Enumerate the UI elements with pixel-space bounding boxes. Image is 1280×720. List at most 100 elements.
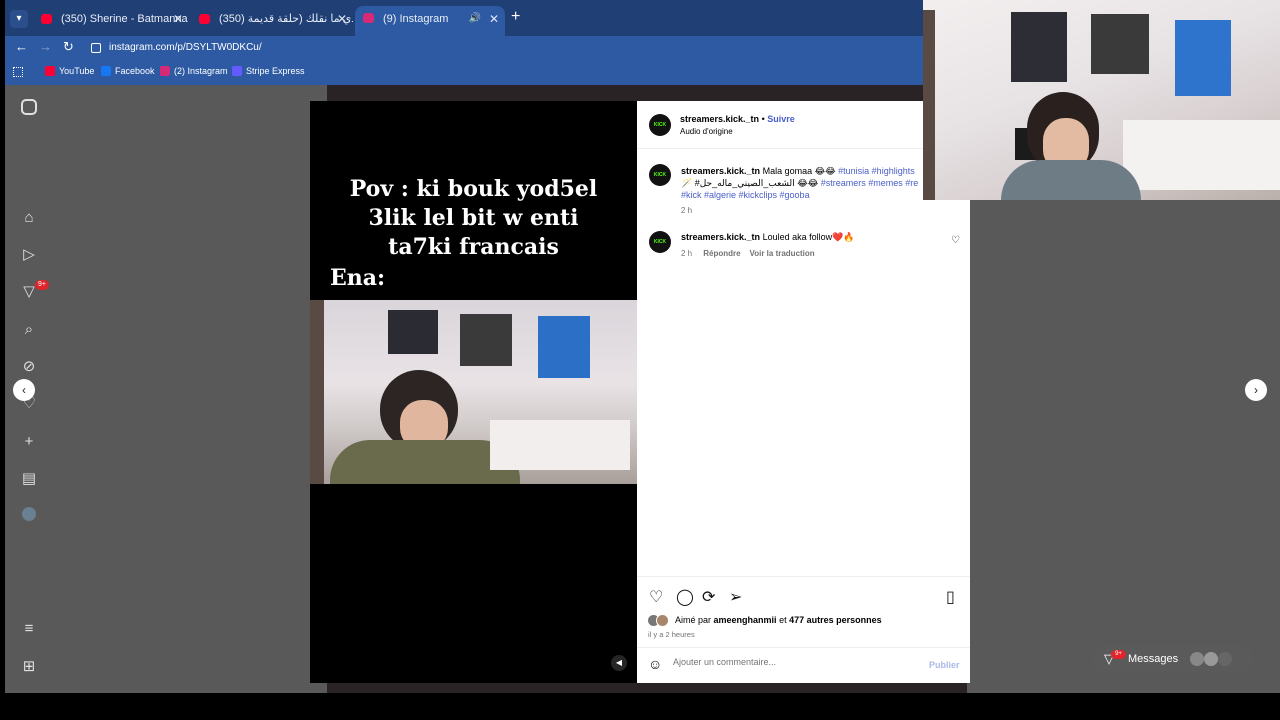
like-icon[interactable]: ♡ — [649, 587, 663, 607]
caption-hashtags[interactable]: #streamers #memes #re — [821, 178, 919, 188]
add-comment-bar: ☺ Publier — [637, 647, 970, 683]
avatar[interactable]: KICK — [649, 231, 671, 253]
save-icon[interactable]: ▯ — [946, 587, 955, 607]
tab-strip: ▾ (350) Sherine - Batmanna Ansa ✕ عندي م… — [5, 0, 923, 36]
publish-button[interactable]: Publier — [929, 660, 960, 670]
speaker-icon[interactable]: 🔊 — [469, 6, 481, 32]
search-icon[interactable]: ⌕ — [19, 320, 39, 340]
share-icon[interactable]: ➢ — [729, 587, 742, 607]
wall-poster — [1011, 12, 1067, 82]
audio-link[interactable]: Audio d'origine — [680, 127, 733, 136]
comment-like-icon[interactable]: ♡ — [951, 235, 960, 246]
bookmark-instagram[interactable]: (2) Instagram — [160, 66, 228, 76]
wall-poster — [1091, 14, 1149, 74]
reply-button[interactable]: Répondre — [703, 249, 740, 258]
url-text: instagram.com/p/DSYLTW0DKCu/ — [109, 42, 262, 53]
liked-by: Aimé par ameenghanmii et 477 autres pers… — [675, 615, 882, 625]
post-panel: KICK streamers.kick._tn • Suivre Audio d… — [637, 101, 970, 683]
avatar — [656, 614, 669, 627]
close-icon[interactable]: ✕ — [173, 7, 183, 31]
comment-icon[interactable]: ◯ — [676, 587, 694, 607]
previous-post-button[interactable]: ‹ — [13, 379, 35, 401]
post-actions: ♡ ◯ ⟳ ➢ ▯ Aimé par ameenghanmii et 477 a… — [637, 576, 970, 682]
meme-subtitle: Ena: — [330, 265, 386, 291]
avatar — [1204, 652, 1218, 666]
comment-meta: 2 h Répondre Voir la traduction — [681, 249, 815, 258]
messages-button[interactable]: ▽ 9+ Messages — [1092, 645, 1254, 673]
door-frame — [310, 300, 324, 484]
caption-time: 2 h — [681, 206, 693, 215]
comment-text: Louled aka follow❤️🔥 — [762, 232, 855, 242]
post-media[interactable]: Pov : ki bouk yod5el 3lik lel bit w enti… — [310, 101, 637, 683]
site-info-icon[interactable] — [91, 43, 101, 53]
menu-icon[interactable]: ≡ — [19, 619, 39, 639]
comment-input[interactable] — [673, 657, 893, 667]
address-bar[interactable]: instagram.com/p/DSYLTW0DKCu/ — [83, 38, 262, 58]
more-icon[interactable]: ⊞ — [19, 657, 39, 677]
comment-username[interactable]: streamers.kick._tn — [681, 232, 760, 242]
separator-dot: • — [761, 114, 765, 124]
bookmark-label: YouTube — [59, 66, 95, 76]
close-icon[interactable]: ✕ — [489, 6, 499, 32]
repost-icon[interactable]: ⟳ — [702, 587, 715, 607]
caption-hashtags[interactable]: #tunisia #highlights — [838, 166, 915, 176]
sound-icon[interactable]: ◀ — [611, 655, 627, 671]
wall-poster — [1175, 20, 1231, 96]
close-icon[interactable]: ✕ — [337, 7, 347, 31]
avatar[interactable]: KICK — [649, 114, 671, 136]
screen: ▾ (350) Sherine - Batmanna Ansa ✕ عندي م… — [5, 0, 1280, 693]
home-icon[interactable]: ⌂ — [19, 208, 39, 228]
create-icon[interactable]: + — [19, 432, 39, 452]
explore-icon[interactable]: ⊘ — [19, 357, 39, 377]
background-grid — [327, 683, 967, 693]
instagram-icon — [160, 66, 170, 76]
dashboard-icon[interactable]: ▤ — [19, 469, 39, 489]
video-frame[interactable] — [310, 300, 637, 484]
avatar[interactable]: KICK — [649, 164, 671, 186]
forward-icon[interactable]: → — [39, 39, 52, 54]
bookmarks-bar: YouTube Facebook (2) Instagram Stripe Ex… — [5, 60, 923, 85]
liked-by-user[interactable]: ameenghanmii — [714, 615, 777, 625]
bookmark-youtube[interactable]: YouTube — [45, 66, 94, 76]
liked-by-prefix: Aimé par — [675, 615, 712, 625]
tab-instagram[interactable]: (9) Instagram 🔊 ✕ — [355, 6, 505, 36]
caption-username[interactable]: streamers.kick._tn — [681, 166, 760, 176]
post-header: KICK streamers.kick._tn • Suivre Audio d… — [637, 101, 970, 149]
profile-icon[interactable] — [22, 507, 36, 521]
bookmark-label: Stripe Express — [246, 66, 305, 76]
post-author: streamers.kick._tn • Suivre — [680, 114, 795, 124]
messages-label: Messages — [1128, 653, 1179, 665]
direct-icon: ▽ — [1104, 651, 1114, 666]
follow-button[interactable]: Suivre — [767, 114, 795, 124]
person-hoodie — [1001, 160, 1141, 200]
facebook-icon — [101, 66, 111, 76]
new-tab-button[interactable]: + — [511, 8, 520, 26]
liked-by-and: et — [779, 615, 787, 625]
translate-button[interactable]: Voir la traduction — [749, 249, 814, 258]
reload-icon[interactable]: ↻ — [63, 39, 74, 55]
emoji-icon[interactable]: ☺ — [648, 656, 662, 672]
meme-caption: Pov : ki bouk yod5el 3lik lel bit w enti… — [349, 176, 598, 260]
apps-icon[interactable] — [13, 67, 23, 77]
reels-icon[interactable]: ▷ — [19, 245, 39, 265]
back-icon[interactable]: ← — [15, 39, 28, 54]
tab-youtube-1[interactable]: (350) Sherine - Batmanna Ansa ✕ — [33, 7, 189, 31]
tab-youtube-2[interactable]: عندي ما نقلك (حلقة قديمة (350) ✕ — [191, 7, 353, 31]
instagram-logo-icon[interactable] — [21, 99, 37, 115]
stripe-icon — [232, 66, 242, 76]
tab-search-button[interactable]: ▾ — [10, 10, 28, 28]
bookmark-facebook[interactable]: Facebook — [101, 66, 155, 76]
bookmark-stripe[interactable]: Stripe Express — [232, 66, 305, 76]
youtube-icon — [41, 14, 52, 24]
likes-count[interactable]: 477 autres personnes — [789, 615, 882, 625]
desk — [490, 420, 630, 470]
desk — [1123, 120, 1280, 190]
tab-title: عندي ما نقلك (حلقة قديمة (350) — [219, 13, 353, 25]
posted-ago: il y a 2 heures — [648, 630, 695, 639]
caption-line: 🪄 #الشعب_الصيني_ماله_حل 😂😂 — [681, 178, 819, 188]
caption-hashtags[interactable]: #kick #algerie #kickclips #gooba — [681, 190, 810, 200]
wall-poster — [388, 310, 438, 354]
webcam-overlay — [923, 0, 1280, 200]
username-link[interactable]: streamers.kick._tn — [680, 114, 759, 124]
next-post-button[interactable]: › — [1245, 379, 1267, 401]
